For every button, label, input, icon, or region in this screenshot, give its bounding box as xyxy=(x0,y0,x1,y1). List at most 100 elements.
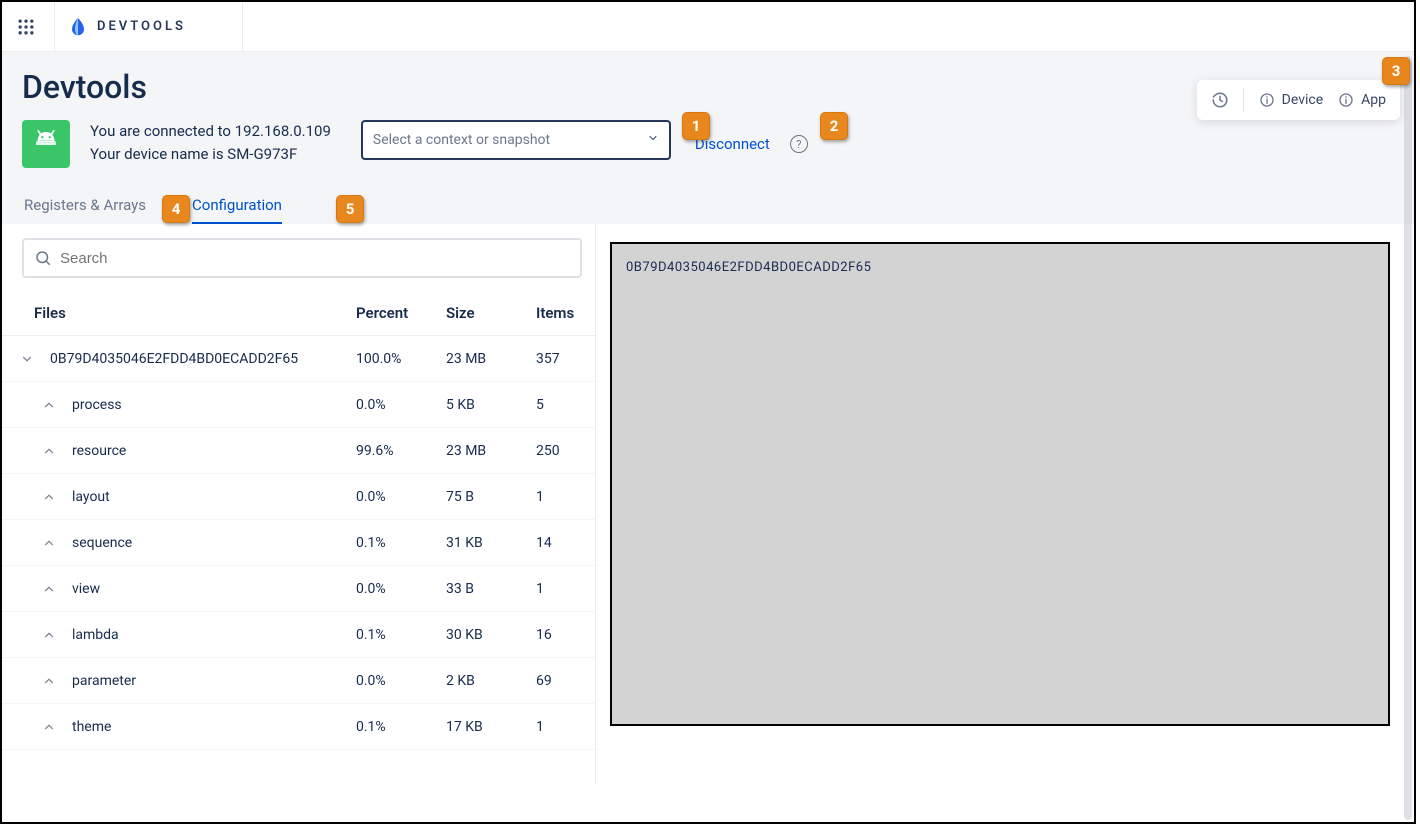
row-items: 16 xyxy=(536,627,596,643)
preview-box: 0B79D4035046E2FDD4BD0ECADD2F65 xyxy=(610,242,1390,726)
row-size: 33 B xyxy=(446,581,536,597)
connection-text: You are connected to 192.168.0.109 Your … xyxy=(90,120,331,165)
brand-logo-icon xyxy=(67,16,89,38)
row-size: 23 MB xyxy=(446,443,536,459)
row-name: 0B79D4035046E2FDD4BD0ECADD2F65 xyxy=(50,351,298,367)
history-icon xyxy=(1211,91,1229,109)
brand[interactable]: DEVTOOLS xyxy=(67,16,186,38)
table-row-root[interactable]: 0B79D4035046E2FDD4BD0ECADD2F65 100.0% 23… xyxy=(2,336,595,382)
row-items: 1 xyxy=(536,719,596,735)
connection-line-2: Your device name is SM-G973F xyxy=(90,143,331,166)
divider xyxy=(54,2,55,52)
row-items: 1 xyxy=(536,489,596,505)
left-pane: Files Percent Size Items 0B79D4035046E2F… xyxy=(2,224,596,784)
connection-row: You are connected to 192.168.0.109 Your … xyxy=(22,120,1394,168)
header-area: Devtools You are connected to 192.168.0.… xyxy=(2,52,1414,224)
chevron-up-icon[interactable] xyxy=(38,716,60,738)
context-select[interactable]: Select a context or snapshot xyxy=(361,120,671,160)
search-icon xyxy=(34,249,52,267)
app-launcher-icon[interactable] xyxy=(10,11,42,43)
app-info-button[interactable]: App xyxy=(1337,91,1386,109)
table-row[interactable]: view 0.0% 33 B 1 xyxy=(2,566,595,612)
row-name: theme xyxy=(72,719,111,735)
chevron-up-icon[interactable] xyxy=(38,440,60,462)
col-percent: Percent xyxy=(356,304,446,322)
table-row[interactable]: process 0.0% 5 KB 5 xyxy=(2,382,595,428)
row-percent: 100.0% xyxy=(356,351,446,367)
chevron-up-icon[interactable] xyxy=(38,532,60,554)
row-percent: 0.0% xyxy=(356,397,446,413)
device-label: Device xyxy=(1282,92,1323,108)
row-percent: 0.1% xyxy=(356,627,446,643)
topbar: DEVTOOLS xyxy=(2,2,1414,52)
context-select-placeholder: Select a context or snapshot xyxy=(373,132,550,148)
info-icon xyxy=(1258,91,1276,109)
row-percent: 0.0% xyxy=(356,673,446,689)
row-size: 75 B xyxy=(446,489,536,505)
tabs: Registers & Arrays Configuration xyxy=(24,196,1394,224)
row-items: 14 xyxy=(536,535,596,551)
table-row[interactable]: layout 0.0% 75 B 1 xyxy=(2,474,595,520)
divider xyxy=(242,2,243,52)
row-percent: 0.0% xyxy=(356,489,446,505)
tab-configuration[interactable]: Configuration xyxy=(192,196,282,224)
tab-registers[interactable]: Registers & Arrays xyxy=(24,196,146,224)
table-row[interactable]: resource 99.6% 23 MB 250 xyxy=(2,428,595,474)
row-percent: 0.0% xyxy=(356,581,446,597)
row-name: sequence xyxy=(72,535,132,551)
search-input-wrap[interactable] xyxy=(22,238,582,278)
row-items: 69 xyxy=(536,673,596,689)
row-items: 1 xyxy=(536,581,596,597)
brand-name: DEVTOOLS xyxy=(97,19,186,34)
table-header: Files Percent Size Items xyxy=(2,290,595,336)
row-size: 17 KB xyxy=(446,719,536,735)
table-row[interactable]: parameter 0.0% 2 KB 69 xyxy=(2,658,595,704)
col-size: Size xyxy=(446,304,536,322)
row-name: process xyxy=(72,397,122,413)
scrollbar[interactable] xyxy=(1404,56,1412,820)
row-size: 2 KB xyxy=(446,673,536,689)
row-percent: 99.6% xyxy=(356,443,446,459)
col-files: Files xyxy=(16,304,356,322)
preview-title: 0B79D4035046E2FDD4BD0ECADD2F65 xyxy=(626,260,1374,275)
body: Files Percent Size Items 0B79D4035046E2F… xyxy=(2,224,1414,784)
row-percent: 0.1% xyxy=(356,719,446,735)
search-input[interactable] xyxy=(60,250,570,267)
row-name: lambda xyxy=(72,627,119,643)
row-items: 357 xyxy=(536,351,596,367)
app-label: App xyxy=(1361,92,1386,108)
chevron-up-icon[interactable] xyxy=(38,394,60,416)
chevron-up-icon[interactable] xyxy=(38,624,60,646)
disconnect-link[interactable]: Disconnect xyxy=(695,135,770,153)
table-row[interactable]: theme 0.1% 17 KB 1 xyxy=(2,704,595,750)
chevron-down-icon[interactable] xyxy=(16,348,38,370)
action-card: Device App xyxy=(1197,80,1400,120)
row-name: parameter xyxy=(72,673,136,689)
chevron-up-icon[interactable] xyxy=(38,670,60,692)
row-name: layout xyxy=(72,489,110,505)
row-items: 250 xyxy=(536,443,596,459)
table-row[interactable]: sequence 0.1% 31 KB 14 xyxy=(2,520,595,566)
col-items: Items xyxy=(536,304,596,322)
chevron-up-icon[interactable] xyxy=(38,578,60,600)
row-size: 5 KB xyxy=(446,397,536,413)
help-icon[interactable]: ? xyxy=(790,135,808,153)
row-size: 30 KB xyxy=(446,627,536,643)
connection-line-1: You are connected to 192.168.0.109 xyxy=(90,120,331,143)
row-size: 23 MB xyxy=(446,351,536,367)
device-info-button[interactable]: Device xyxy=(1258,91,1323,109)
right-pane: 0B79D4035046E2FDD4BD0ECADD2F65 xyxy=(596,224,1414,784)
android-icon xyxy=(22,120,70,168)
history-button[interactable] xyxy=(1211,91,1229,109)
row-percent: 0.1% xyxy=(356,535,446,551)
table-row[interactable]: lambda 0.1% 30 KB 16 xyxy=(2,612,595,658)
chevron-down-icon xyxy=(647,132,659,148)
chevron-up-icon[interactable] xyxy=(38,486,60,508)
row-name: resource xyxy=(72,443,126,459)
divider xyxy=(1243,88,1244,112)
row-name: view xyxy=(72,581,100,597)
info-icon xyxy=(1337,91,1355,109)
page-title: Devtools xyxy=(22,68,1394,106)
row-size: 31 KB xyxy=(446,535,536,551)
row-items: 5 xyxy=(536,397,596,413)
